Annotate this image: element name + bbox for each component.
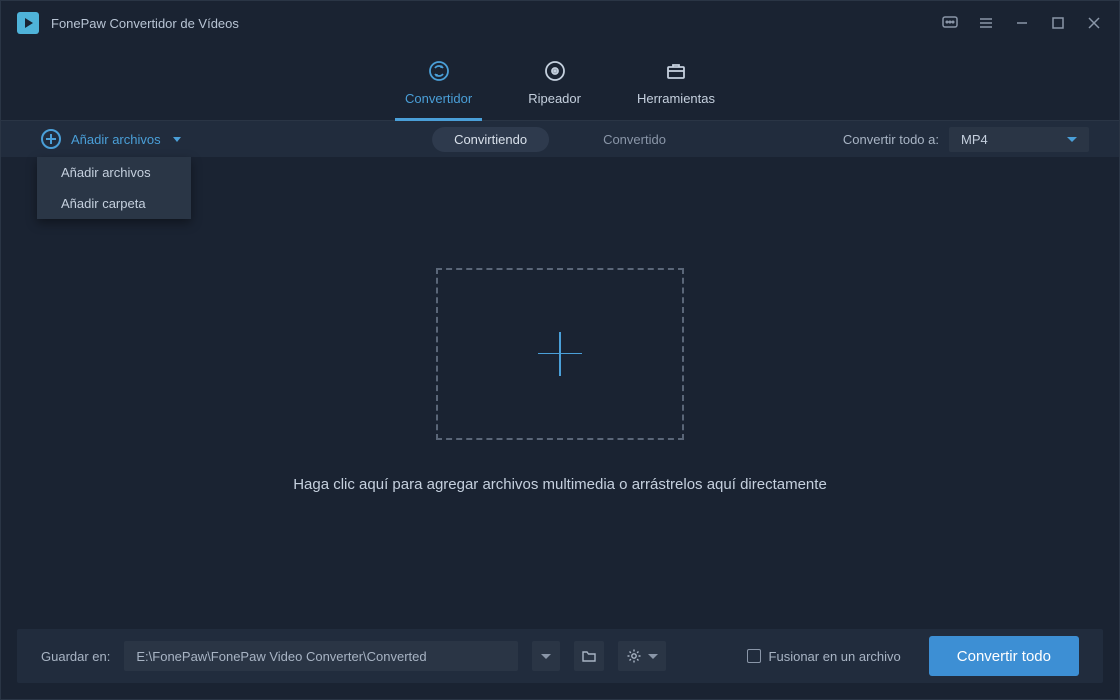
tab-ripper-label: Ripeador bbox=[528, 91, 581, 106]
tab-converted[interactable]: Convertido bbox=[581, 127, 688, 152]
maximize-icon[interactable] bbox=[1049, 14, 1067, 32]
add-files-label: Añadir archivos bbox=[71, 132, 161, 147]
converter-icon bbox=[427, 59, 451, 83]
save-in-label: Guardar en: bbox=[41, 649, 110, 664]
tab-tools-label: Herramientas bbox=[637, 91, 715, 106]
tab-converter-label: Convertidor bbox=[405, 91, 472, 106]
tab-ripper[interactable]: Ripeador bbox=[528, 45, 581, 121]
minimize-icon[interactable] bbox=[1013, 14, 1031, 32]
ripper-icon bbox=[543, 59, 567, 83]
sub-toolbar: Añadir archivos Añadir archivos Añadir c… bbox=[1, 121, 1119, 157]
chevron-down-icon bbox=[541, 654, 551, 659]
convert-all-to-label: Convertir todo a: bbox=[843, 132, 939, 147]
format-select[interactable]: MP4 bbox=[949, 127, 1089, 152]
main-nav: Convertidor Ripeador Herramientas bbox=[1, 45, 1119, 121]
bottom-bar: Guardar en: E:\FonePaw\FonePaw Video Con… bbox=[17, 629, 1103, 683]
format-selected-value: MP4 bbox=[961, 132, 988, 147]
tab-tools[interactable]: Herramientas bbox=[637, 45, 715, 121]
tools-icon bbox=[664, 59, 688, 83]
convert-all-to: Convertir todo a: MP4 bbox=[843, 127, 1089, 152]
settings-button[interactable] bbox=[618, 641, 666, 671]
add-files-button[interactable]: Añadir archivos bbox=[41, 129, 181, 149]
menu-icon[interactable] bbox=[977, 14, 995, 32]
drop-zone[interactable] bbox=[436, 268, 684, 440]
tab-converting[interactable]: Convirtiendo bbox=[432, 127, 549, 152]
plus-icon bbox=[559, 332, 561, 376]
app-title: FonePaw Convertidor de Vídeos bbox=[51, 16, 941, 31]
chevron-down-icon bbox=[648, 654, 658, 659]
save-path-value: E:\FonePaw\FonePaw Video Converter\Conve… bbox=[136, 649, 426, 664]
merge-checkbox[interactable] bbox=[747, 649, 761, 663]
plus-circle-icon bbox=[41, 129, 61, 149]
app-window: FonePaw Convertidor de Vídeos bbox=[0, 0, 1120, 700]
close-icon[interactable] bbox=[1085, 14, 1103, 32]
gear-icon bbox=[626, 648, 642, 664]
merge-label: Fusionar en un archivo bbox=[769, 649, 901, 664]
folder-icon bbox=[581, 648, 597, 664]
chevron-down-icon bbox=[1067, 137, 1077, 142]
add-dropdown: Añadir archivos Añadir carpeta bbox=[37, 157, 191, 219]
convert-all-button[interactable]: Convertir todo bbox=[929, 636, 1079, 676]
save-path-dropdown[interactable] bbox=[532, 641, 560, 671]
drop-zone-text: Haga clic aquí para agregar archivos mul… bbox=[293, 476, 827, 493]
titlebar: FonePaw Convertidor de Vídeos bbox=[1, 1, 1119, 45]
merge-option: Fusionar en un archivo bbox=[747, 649, 901, 664]
chevron-down-icon bbox=[173, 137, 181, 142]
content-area: Haga clic aquí para agregar archivos mul… bbox=[1, 157, 1119, 627]
window-controls bbox=[941, 14, 1103, 32]
open-folder-button[interactable] bbox=[574, 641, 604, 671]
tab-converter[interactable]: Convertidor bbox=[405, 45, 472, 121]
status-tabs: Convirtiendo Convertido bbox=[432, 127, 688, 152]
feedback-icon[interactable] bbox=[941, 14, 959, 32]
dropdown-add-folder[interactable]: Añadir carpeta bbox=[37, 188, 191, 219]
dropdown-add-files[interactable]: Añadir archivos bbox=[37, 157, 191, 188]
save-path-field[interactable]: E:\FonePaw\FonePaw Video Converter\Conve… bbox=[124, 641, 518, 671]
app-logo-icon bbox=[17, 12, 39, 34]
